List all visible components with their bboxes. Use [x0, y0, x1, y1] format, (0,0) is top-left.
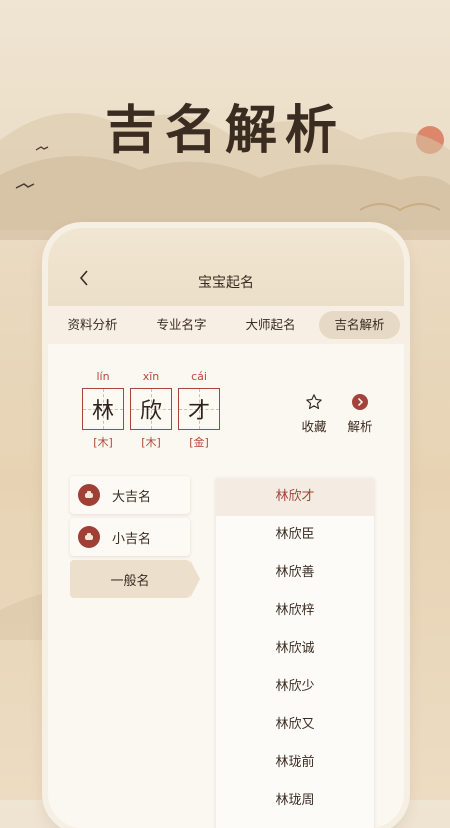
chevron-right-circle-icon — [352, 394, 368, 410]
category-label: 大吉名 — [112, 489, 152, 505]
analyze-button[interactable]: 解析 — [344, 392, 376, 435]
char-column: lín 林 [木] — [82, 370, 124, 450]
char-box: 林 — [82, 388, 124, 430]
hero-title: 吉名解析 — [104, 100, 345, 161]
tab-data-analysis[interactable]: 资料分析 — [52, 311, 133, 339]
list-item[interactable]: 林珑周 — [216, 782, 374, 820]
list-item[interactable]: 林欣诚 — [216, 630, 374, 668]
list-item[interactable]: 林欣又 — [216, 706, 374, 744]
tab-master-naming[interactable]: 大师起名 — [230, 311, 311, 339]
list-item[interactable]: 林欣臣 — [216, 516, 374, 554]
gourd-seal-icon — [78, 526, 100, 548]
five-element: [金] — [189, 436, 209, 449]
category-label: 一般名 — [110, 573, 150, 589]
char-column: cái 才 [金] — [178, 370, 220, 450]
actions: 收藏 解析 — [298, 392, 376, 435]
list-item[interactable]: 林欣善 — [216, 554, 374, 592]
pinyin: lín — [96, 370, 110, 383]
char-column: xīn 欣 [木] — [130, 370, 172, 450]
pinyin: xīn — [142, 370, 160, 383]
char-box: 欣 — [130, 388, 172, 430]
list-item[interactable]: 林欣少 — [216, 668, 374, 706]
list-item[interactable]: 林欣才 — [216, 478, 374, 516]
gourd-seal-icon — [78, 484, 100, 506]
char: 欣 — [139, 399, 162, 424]
category-big-lucky[interactable]: 大吉名 — [70, 476, 190, 514]
char-box: 才 — [178, 388, 220, 430]
star-icon — [306, 394, 322, 410]
category-menu: 大吉名 小吉名 一般名 — [70, 476, 200, 602]
analyze-label: 解析 — [347, 419, 373, 434]
tab-bar: 资料分析 专业名字 大师起名 吉名解析 — [48, 306, 404, 344]
pinyin: cái — [191, 370, 207, 383]
list-item[interactable]: 林欣梓 — [216, 592, 374, 630]
tab-professional-names[interactable]: 专业名字 — [141, 311, 222, 339]
category-normal[interactable]: 一般名 — [70, 560, 200, 598]
five-element: [木] — [93, 436, 113, 449]
char: 才 — [187, 399, 210, 424]
name-list: 林欣才 林欣臣 林欣善 林欣梓 林欣诚 林欣少 林欣又 林珑前 林珑周 — [216, 478, 374, 828]
name-characters: lín 林 [木] xīn 欣 [木] cái 才 [金] — [82, 370, 220, 450]
phone-mockup: 宝宝起名 资料分析 专业名字 大师起名 吉名解析 lín 林 [木] xīn 欣… — [48, 228, 404, 828]
category-small-lucky[interactable]: 小吉名 — [70, 518, 190, 556]
tab-name-analysis[interactable]: 吉名解析 — [319, 311, 400, 339]
favorite-label: 收藏 — [301, 419, 327, 434]
app-header: 宝宝起名 — [48, 228, 404, 306]
five-element: [木] — [141, 436, 161, 449]
favorite-button[interactable]: 收藏 — [298, 392, 330, 435]
list-item[interactable]: 林珑前 — [216, 744, 374, 782]
app-title: 宝宝起名 — [198, 275, 254, 291]
category-label: 小吉名 — [112, 531, 152, 547]
char: 林 — [91, 399, 114, 424]
